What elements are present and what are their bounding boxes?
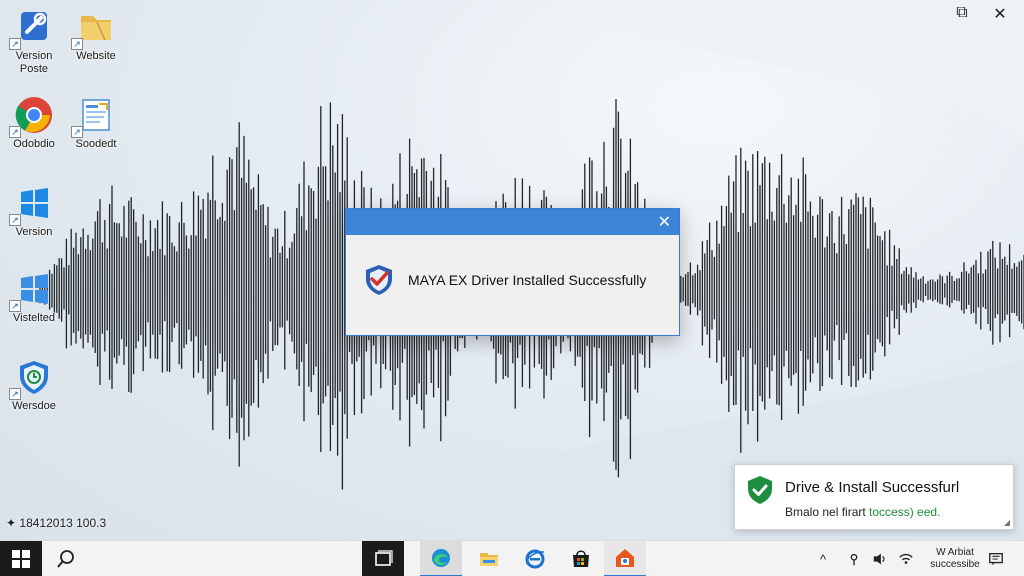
edge-icon	[432, 549, 450, 567]
taskbar: ^ W Arbiat successibe	[0, 540, 1024, 576]
tray-network[interactable]	[846, 541, 862, 576]
success-dialog: ✕ MAYA EX Driver Installed Successfully	[345, 208, 680, 336]
desktop: ↗ Version Poste ↗ Website ↗ Odobdio ↗ So…	[0, 0, 1024, 540]
volume-icon	[873, 553, 885, 565]
desktop-icon-label: Wersdoe	[12, 400, 56, 412]
shortcut-arrow-icon: ↗	[9, 126, 21, 138]
notification-toast[interactable]: Drive & Install Successfurl Bmalo nel fi…	[734, 464, 1014, 530]
dialog-close-button[interactable]: ✕	[658, 212, 671, 232]
desktop-icon-label: Vistelted	[13, 312, 55, 324]
shortcut-arrow-icon: ↗	[9, 388, 21, 400]
network-icon	[850, 553, 858, 566]
shortcut-arrow-icon: ↗	[71, 38, 83, 50]
check-shield-icon	[366, 265, 392, 295]
action-center-button[interactable]	[988, 541, 1008, 576]
desktop-icon-chrome[interactable]: ↗ Odobdio	[2, 94, 66, 151]
windows-start-icon	[12, 550, 30, 568]
build-info-text: 18412013 100.3	[19, 516, 107, 530]
search-button[interactable]	[46, 541, 86, 576]
build-diamond-icon: ✦	[6, 516, 17, 530]
shortcut-arrow-icon: ↗	[71, 126, 83, 138]
folder-icon	[480, 553, 498, 566]
chevron-up-icon: ^	[820, 551, 827, 567]
internet-explorer-icon	[525, 549, 545, 569]
window-controls: ⧉ ✕	[952, 4, 1010, 24]
desktop-icon-website[interactable]: ↗ Website	[64, 6, 128, 63]
shortcut-arrow-icon: ↗	[9, 214, 21, 226]
taskbar-file-explorer-button[interactable]	[468, 541, 510, 576]
notification-icon	[989, 553, 1003, 566]
shortcut-arrow-icon: ↗	[9, 38, 21, 50]
clock-line-2: successibe	[930, 559, 980, 570]
task-view-button[interactable]	[362, 541, 404, 576]
restore-button[interactable]: ⧉	[952, 4, 972, 24]
store-bag-icon	[573, 550, 589, 567]
green-check-icon	[748, 476, 772, 504]
shortcut-arrow-icon: ↗	[9, 300, 21, 312]
home-app-icon	[616, 549, 634, 567]
resize-grip-icon: ◢	[1003, 518, 1010, 527]
toast-title: Drive & Install Successfurl	[785, 479, 960, 496]
task-view-icon	[375, 550, 393, 566]
tray-wifi[interactable]	[898, 541, 914, 576]
desktop-icon-label: Website	[76, 50, 116, 62]
tray-overflow-chevron[interactable]: ^	[820, 541, 826, 576]
tray-clock[interactable]: W Arbiat successibe	[924, 541, 986, 576]
tray-volume[interactable]	[872, 541, 888, 576]
search-icon	[57, 550, 74, 568]
taskbar-edge-button[interactable]	[420, 541, 462, 576]
desktop-icon-label: Soodedt	[75, 138, 117, 150]
taskbar-store-button[interactable]	[560, 541, 602, 576]
close-button[interactable]: ✕	[990, 4, 1010, 24]
dialog-titlebar[interactable]: ✕	[346, 209, 679, 235]
desktop-icon-label: Odobdio	[13, 138, 55, 150]
toast-subtitle: Bmalo nel firart toccess) eed.	[785, 505, 940, 519]
clock-line-1: W Arbiat	[936, 547, 974, 558]
build-watermark: ✦ 18412013 100.3	[6, 516, 106, 530]
desktop-icon-version-poste[interactable]: ↗ Version Poste	[2, 6, 66, 76]
taskbar-installer-app-button[interactable]	[604, 541, 646, 576]
wifi-icon	[899, 553, 913, 564]
toast-subtitle-plain: Bmalo nel firart	[785, 505, 866, 519]
dialog-message: MAYA EX Driver Installed Successfully	[408, 272, 647, 288]
desktop-icon-label: Version Poste	[15, 50, 53, 75]
desktop-icon-soodedt[interactable]: ↗ Soodedt	[64, 94, 128, 151]
start-button[interactable]	[0, 541, 42, 576]
desktop-icon-wersdoe[interactable]: ↗ Wersdoe	[2, 356, 66, 413]
desktop-icon-vistelted[interactable]: ↗ Vistelted	[2, 268, 66, 325]
toast-subtitle-green: toccess) eed.	[869, 505, 941, 519]
desktop-icon-label: Version	[15, 226, 53, 238]
desktop-icon-version[interactable]: ↗ Version	[2, 182, 66, 239]
taskbar-internet-explorer-button[interactable]	[514, 541, 556, 576]
